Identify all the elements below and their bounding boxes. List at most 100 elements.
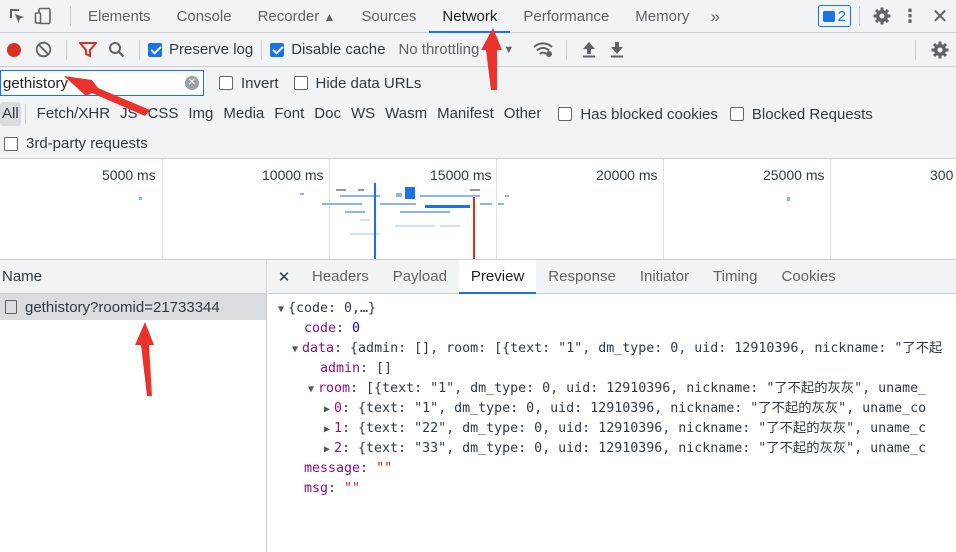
- clear-button[interactable]: [28, 41, 58, 58]
- tab-cookies[interactable]: Cookies: [769, 260, 847, 294]
- type-ws[interactable]: WS: [346, 102, 380, 126]
- network-conditions-icon[interactable]: [528, 41, 558, 58]
- disable-cache-label: Disable cache: [291, 41, 386, 58]
- tab-network[interactable]: Network: [429, 0, 511, 33]
- third-party-row: 3rd-party requests: [0, 129, 956, 159]
- tab-elements[interactable]: Elements: [75, 0, 164, 33]
- blocked-requests-checkbox[interactable]: [729, 107, 744, 121]
- json-room-item[interactable]: ▶ 0: {text: "1", dm_type: 0, uid: 1291039…: [324, 399, 926, 419]
- filter-row: gethistory ✕ Invert Hide data URLs: [0, 67, 956, 99]
- collapsed-triangle-icon[interactable]: ▶: [324, 420, 334, 440]
- has-blocked-cookies-checkbox[interactable]: [558, 107, 573, 121]
- request-list-pane: Name gethistory?roomid=21733344: [0, 260, 267, 552]
- json-msg: msg: "": [304, 481, 361, 496]
- devtools-tab-bar: Elements Console Recorder ▲ Sources Netw…: [0, 0, 956, 33]
- invert-label: Invert: [241, 74, 279, 92]
- export-har-icon[interactable]: [603, 41, 631, 58]
- filter-input[interactable]: gethistory: [3, 75, 185, 92]
- tab-response[interactable]: Response: [536, 260, 628, 294]
- type-other[interactable]: Other: [499, 102, 547, 126]
- tab-payload[interactable]: Payload: [381, 260, 459, 294]
- issues-badge[interactable]: 2: [817, 5, 851, 27]
- tab-memory[interactable]: Memory: [622, 0, 702, 33]
- timeline-activity-marks: [139, 183, 790, 259]
- tab-timing[interactable]: Timing: [701, 260, 769, 294]
- type-img[interactable]: Img: [183, 102, 218, 126]
- json-key: message: [304, 461, 361, 476]
- more-tabs-button[interactable]: »: [702, 0, 727, 33]
- clear-filter-icon[interactable]: ✕: [185, 76, 199, 90]
- tab-performance[interactable]: Performance: [510, 0, 622, 33]
- throttling-select[interactable]: No throttling ▼: [398, 41, 514, 58]
- dom-content-loaded-line: [374, 183, 376, 259]
- network-overview-timeline[interactable]: 5000 ms 10000 ms 15000 ms 20000 ms 25000…: [0, 159, 956, 260]
- collapsed-triangle-icon[interactable]: ▶: [324, 400, 334, 420]
- json-code: code: 0: [304, 321, 361, 336]
- type-doc[interactable]: Doc: [309, 102, 346, 126]
- divider: [261, 39, 263, 60]
- type-all[interactable]: All: [0, 102, 21, 126]
- json-index: 2: [334, 441, 343, 456]
- expand-triangle-icon[interactable]: ▼: [308, 380, 318, 400]
- divider: [915, 39, 916, 60]
- type-media[interactable]: Media: [218, 102, 269, 126]
- type-css[interactable]: CSS: [143, 102, 184, 126]
- tab-preview[interactable]: Preview: [458, 259, 537, 294]
- import-har-icon[interactable]: [575, 41, 603, 58]
- hide-data-urls-label: Hide data URLs: [315, 74, 422, 92]
- expand-triangle-icon[interactable]: ▼: [292, 340, 302, 360]
- json-room-item[interactable]: ▶ 1: {text: "22", dm_type: 0, uid: 129103…: [324, 419, 926, 439]
- tab-recorder[interactable]: Recorder ▲: [245, 0, 349, 33]
- tab-console[interactable]: Console: [164, 0, 245, 33]
- json-summary: {text: "22", dm_type: 0, uid: 12910396, …: [358, 421, 927, 436]
- record-button[interactable]: [0, 42, 28, 57]
- json-key: room: [318, 381, 351, 396]
- json-room[interactable]: ▼ room: [{text: "1", dm_type: 0, uid: 129…: [308, 379, 926, 399]
- chevron-down-icon: ▼: [503, 43, 515, 56]
- tab-headers[interactable]: Headers: [300, 260, 381, 294]
- inspect-element-icon[interactable]: [4, 7, 30, 25]
- preserve-log-label: Preserve log: [169, 41, 254, 58]
- divider: [24, 104, 26, 124]
- search-icon[interactable]: [101, 41, 131, 58]
- flask-icon: ▲: [323, 9, 336, 24]
- close-icon[interactable]: ✕: [924, 4, 956, 29]
- details-tab-bar: ✕ Headers Payload Preview Response Initi…: [268, 259, 956, 294]
- divider: [139, 39, 140, 60]
- expand-triangle-icon[interactable]: ▼: [278, 300, 288, 320]
- type-js[interactable]: JS: [115, 102, 143, 126]
- gear-icon[interactable]: [868, 6, 896, 26]
- collapsed-triangle-icon[interactable]: ▶: [324, 440, 334, 460]
- tab-initiator[interactable]: Initiator: [628, 260, 701, 294]
- hide-data-urls-checkbox[interactable]: [293, 76, 308, 90]
- name-column-header[interactable]: Name: [0, 268, 42, 285]
- type-font[interactable]: Font: [269, 102, 309, 126]
- json-data[interactable]: ▼ data: {admin: [], room: [{text: "1", dm…: [292, 339, 942, 359]
- json-value: 0: [352, 321, 361, 336]
- resource-type-filters: All Fetch/XHR JS CSS Img Media Font Doc …: [0, 99, 956, 129]
- json-message: message: "": [304, 461, 393, 476]
- throttling-value: No throttling: [398, 41, 480, 58]
- network-settings-gear-icon[interactable]: [924, 40, 956, 60]
- device-toolbar-icon[interactable]: [30, 7, 56, 25]
- blocked-requests-label: Blocked Requests: [751, 105, 873, 123]
- invert-checkbox[interactable]: [219, 76, 233, 90]
- kebab-menu-icon[interactable]: ⋮: [896, 6, 924, 27]
- filter-input-box[interactable]: gethistory ✕: [0, 70, 204, 96]
- json-root[interactable]: ▼ {code: 0,…}: [278, 299, 376, 319]
- json-key: msg: [304, 481, 329, 496]
- preserve-log-checkbox[interactable]: [148, 42, 162, 57]
- filter-icon[interactable]: [75, 41, 101, 58]
- type-wasm[interactable]: Wasm: [380, 102, 432, 126]
- request-row[interactable]: gethistory?roomid=21733344: [0, 294, 266, 320]
- tab-sources[interactable]: Sources: [348, 0, 429, 33]
- divider: [566, 39, 568, 60]
- type-fetch-xhr[interactable]: Fetch/XHR: [32, 102, 115, 126]
- close-details-icon[interactable]: ✕: [268, 268, 300, 286]
- type-manifest[interactable]: Manifest: [432, 102, 499, 126]
- network-toolbar: Preserve log Disable cache No throttling…: [0, 33, 956, 67]
- clear-icon: [35, 41, 51, 58]
- third-party-checkbox[interactable]: [4, 136, 18, 151]
- disable-cache-checkbox[interactable]: [270, 42, 285, 57]
- json-room-item[interactable]: ▶ 2: {text: "33", dm_type: 0, uid: 129103…: [324, 439, 926, 459]
